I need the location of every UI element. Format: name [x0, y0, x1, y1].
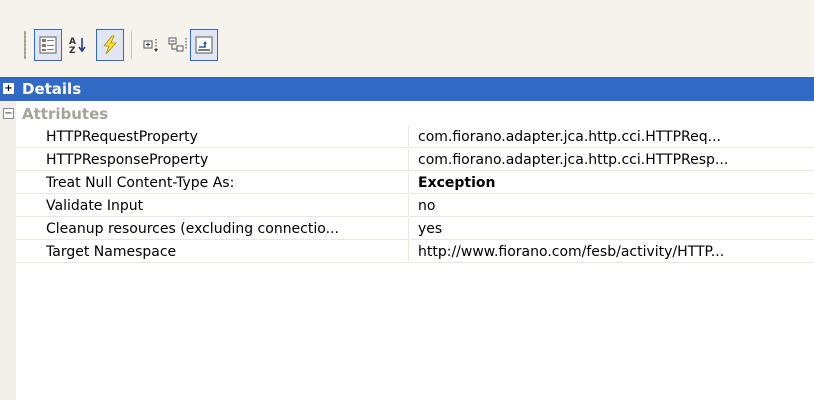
property-pages-button[interactable] — [190, 29, 218, 61]
property-value[interactable]: http://www.fiorano.com/fesb/activity/HTT… — [410, 241, 814, 263]
property-row[interactable]: HTTPResponseProperty com.fiorano.adapter… — [0, 149, 814, 172]
property-name: Validate Input — [16, 195, 409, 217]
alphabetical-sort-button[interactable]: A Z — [64, 29, 92, 61]
property-grid-toolbar: A Z — [0, 0, 814, 76]
property-value[interactable]: Exception — [410, 172, 814, 194]
expand-all-icon — [143, 39, 158, 52]
property-row[interactable]: Validate Input no — [0, 195, 814, 218]
property-pages-icon — [195, 36, 213, 54]
category-label: Attributes — [22, 105, 109, 123]
lightning-icon — [103, 35, 117, 55]
expand-toggle-icon[interactable]: + — [3, 83, 14, 94]
property-value[interactable]: yes — [410, 218, 814, 240]
property-name: HTTPResponseProperty — [16, 149, 409, 171]
property-row[interactable]: HTTPRequestProperty com.fiorano.adapter.… — [0, 126, 814, 149]
property-value[interactable]: com.fiorano.adapter.jca.http.cci.HTTPRes… — [410, 149, 814, 171]
categorized-icon — [39, 36, 57, 54]
property-name: Target Namespace — [16, 241, 409, 263]
toolbar-separator — [131, 31, 132, 59]
category-label: Details — [22, 80, 82, 98]
property-value[interactable]: com.fiorano.adapter.jca.http.cci.HTTPReq… — [410, 126, 814, 148]
property-name: HTTPRequestProperty — [16, 126, 409, 148]
toolbar-grip[interactable] — [24, 31, 26, 59]
collapse-toggle-icon[interactable]: − — [3, 108, 14, 119]
property-row[interactable]: Treat Null Content-Type As: Exception — [0, 172, 814, 195]
property-name: Cleanup resources (excluding connectio..… — [16, 218, 409, 240]
events-button[interactable] — [96, 29, 124, 61]
collapse-all-icon — [168, 37, 187, 52]
category-details[interactable]: + Details — [0, 77, 814, 101]
property-row[interactable]: Cleanup resources (excluding connectio..… — [0, 218, 814, 241]
sort-az-icon: A Z — [69, 37, 86, 55]
property-row[interactable]: Target Namespace http://www.fiorano.com/… — [0, 241, 814, 264]
property-value[interactable]: no — [410, 195, 814, 217]
categorized-view-button[interactable] — [34, 29, 62, 61]
expand-all-button[interactable] — [138, 29, 166, 61]
svg-text:Z: Z — [69, 46, 76, 55]
property-grid: + Details − Attributes HTTPRequestProper… — [0, 77, 814, 400]
collapse-all-button[interactable] — [164, 29, 192, 61]
category-attributes[interactable]: − Attributes — [0, 102, 814, 126]
property-name: Treat Null Content-Type As: — [16, 172, 409, 194]
